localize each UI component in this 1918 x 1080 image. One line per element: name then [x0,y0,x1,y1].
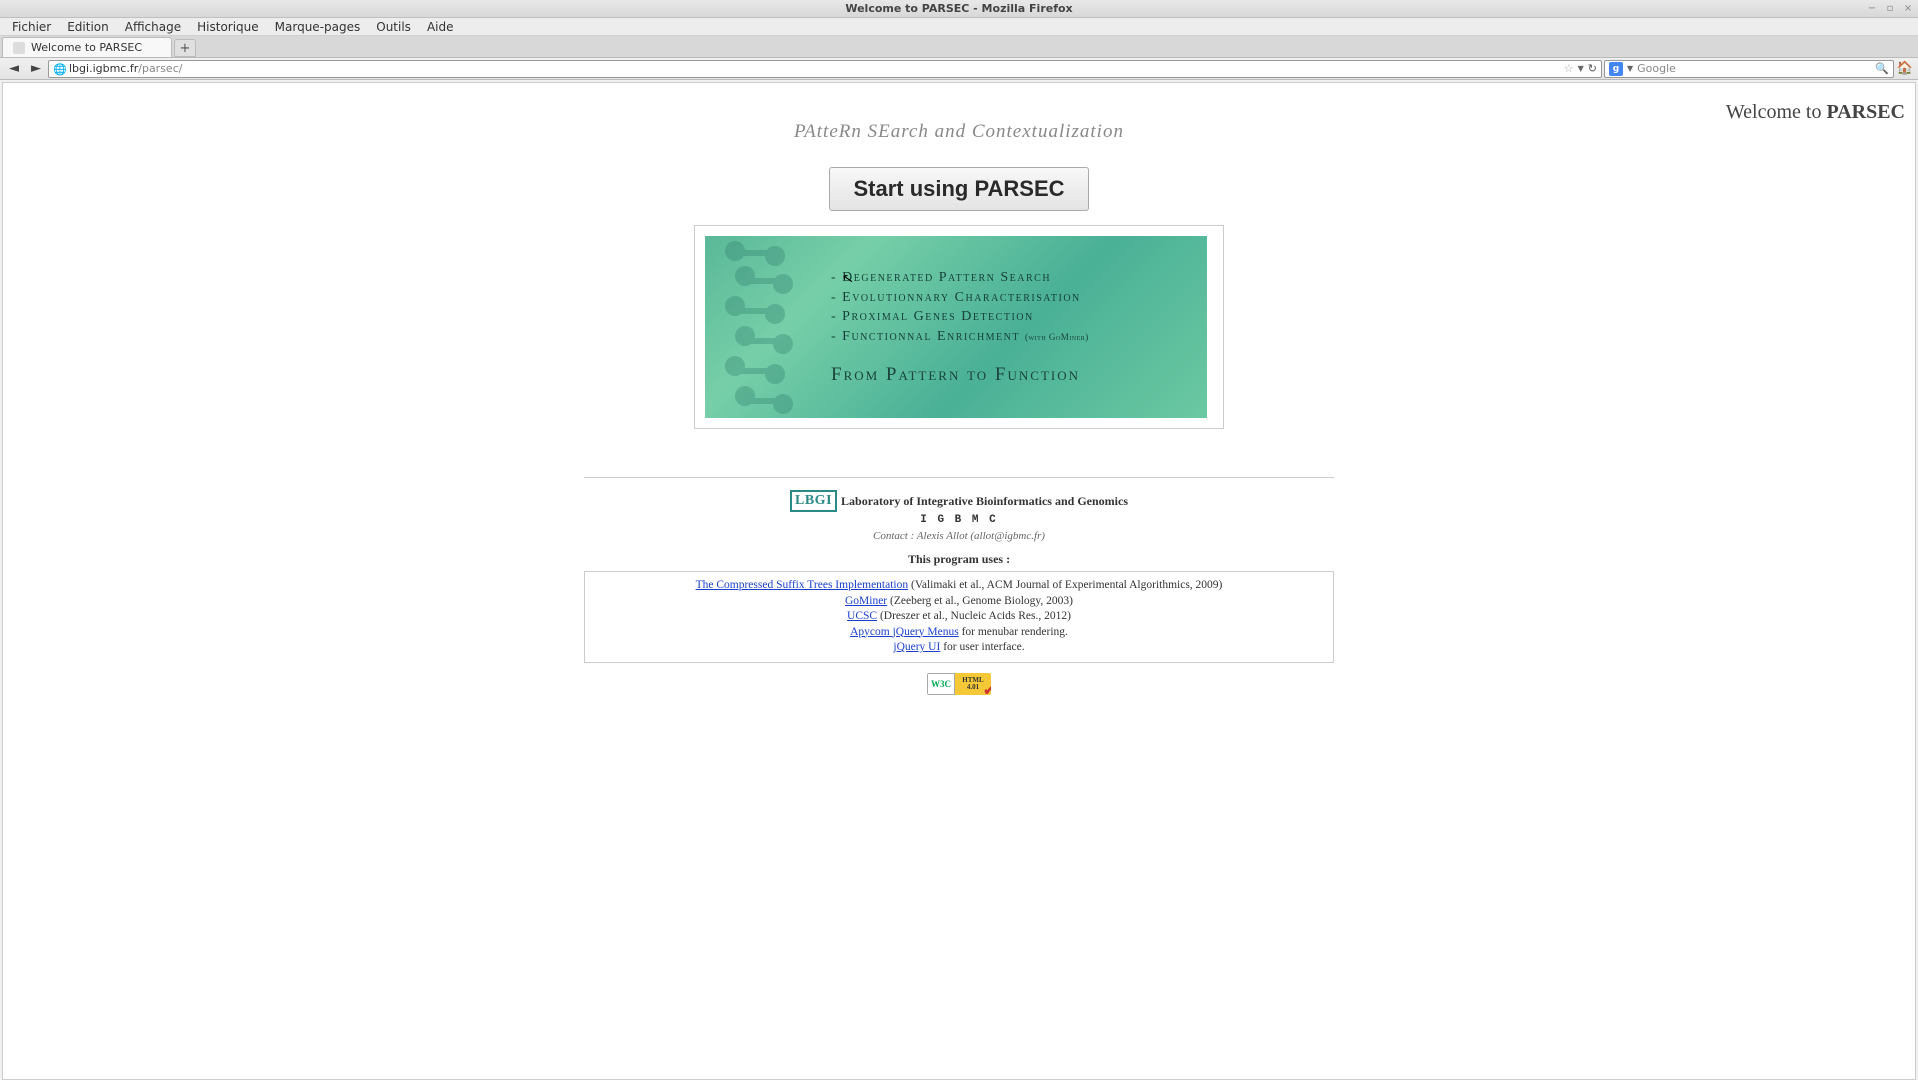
tab-title: Welcome to PARSEC [31,41,142,54]
search-engine-icon[interactable]: g [1609,62,1623,76]
search-box[interactable]: g ▼ Google 🔍 [1604,60,1894,78]
credit-link-csti[interactable]: The Compressed Suffix Trees Implementati… [696,579,909,591]
close-icon[interactable]: × [1902,3,1914,15]
menubar: Fichier Edition Affichage Historique Mar… [0,18,1918,36]
credit-row: jQuery UI for user interface. [595,640,1323,656]
credit-link-gominer[interactable]: GoMiner [845,595,887,607]
w3c-badge-right: HTML 4.01 ✔ [955,673,991,695]
credit-row: The Compressed Suffix Trees Implementati… [595,578,1323,594]
lab-name: Laboratory of Integrative Bioinformatics… [841,494,1128,509]
bookmark-star-icon[interactable]: ☆ [1564,62,1574,75]
tagline: PAtteRn SEarch and Contextualization [3,121,1915,143]
menu-fichier[interactable]: Fichier [4,19,59,35]
w3c-badge[interactable]: W3C HTML 4.01 ✔ [927,673,991,695]
banner-motto: From Pattern to Function [831,364,1080,386]
w3c-badge-left: W3C [927,673,955,695]
uses-label: This program uses : [584,552,1334,567]
navbar: ◄ ► 🌐 lbgi.igbmc.fr/parsec/ ☆ ▼ ↻ g ▼ Go… [0,58,1918,80]
page-content: Welcome to PARSEC PAtteRn SEarch and Con… [2,82,1916,1080]
arrow-right-icon: ► [31,61,41,76]
forward-button[interactable]: ► [26,60,46,78]
lbgi-logo: LBGI [790,490,837,512]
banner-frame: - Degenerated Pattern Search - Evolution… [694,225,1224,429]
search-engine-dropdown-icon[interactable]: ▼ [1627,64,1633,73]
plus-icon: + [180,41,191,56]
welcome-heading: Welcome to PARSEC [1726,101,1905,124]
window-titlebar: Welcome to PARSEC - Mozilla Firefox − ▫ … [0,0,1918,18]
window-title: Welcome to PARSEC - Mozilla Firefox [845,2,1072,15]
banner-feature-list: - Degenerated Pattern Search - Evolution… [831,268,1089,346]
tab-welcome-parsec[interactable]: Welcome to PARSEC [2,37,172,57]
menu-affichage[interactable]: Affichage [117,19,189,35]
credit-link-apycom[interactable]: Apycom jQuery Menus [850,626,959,638]
url-bar[interactable]: 🌐 lbgi.igbmc.fr/parsec/ ☆ ▼ ↻ [48,60,1602,78]
arrow-left-icon: ◄ [9,61,19,76]
favicon-icon [13,42,25,54]
menu-historique[interactable]: Historique [189,19,267,35]
reload-icon[interactable]: ↻ [1588,62,1597,75]
dna-helix-icon [705,236,825,418]
search-icon[interactable]: 🔍 [1875,62,1889,75]
menu-marque-pages[interactable]: Marque-pages [267,19,369,35]
menu-edition[interactable]: Edition [59,19,117,35]
maximize-icon[interactable]: ▫ [1884,3,1896,15]
home-icon: 🏠 [1897,61,1913,76]
credit-link-ucsc[interactable]: UCSC [847,610,877,622]
url-text: lbgi.igbmc.fr/parsec/ [69,62,1564,75]
url-dropdown-icon[interactable]: ▼ [1578,64,1584,73]
igbmc-label: I G B M C [584,514,1334,526]
banner-image: - Degenerated Pattern Search - Evolution… [705,236,1207,418]
globe-icon: 🌐 [53,63,65,75]
menu-outils[interactable]: Outils [368,19,419,35]
check-icon: ✔ [983,685,991,695]
menu-aide[interactable]: Aide [419,19,462,35]
credit-row: Apycom jQuery Menus for menubar renderin… [595,625,1323,641]
back-button[interactable]: ◄ [4,60,24,78]
tabstrip: Welcome to PARSEC + [0,36,1918,58]
new-tab-button[interactable]: + [174,39,196,57]
home-button[interactable]: 🏠 [1896,60,1914,78]
start-using-parsec-button[interactable]: Start using PARSEC [829,167,1089,211]
footer: LBGI Laboratory of Integrative Bioinform… [584,490,1334,695]
credits-box: The Compressed Suffix Trees Implementati… [584,571,1334,663]
separator [584,477,1334,478]
search-placeholder: Google [1637,62,1871,75]
credit-row: GoMiner (Zeeberg et al., Genome Biology,… [595,594,1323,610]
contact-line: Contact : Alexis Allot (allot@igbmc.fr) [584,530,1334,542]
credit-link-jqueryui[interactable]: jQuery UI [893,641,940,653]
minimize-icon[interactable]: − [1866,3,1878,15]
credit-row: UCSC (Dreszer et al., Nucleic Acids Res.… [595,609,1323,625]
